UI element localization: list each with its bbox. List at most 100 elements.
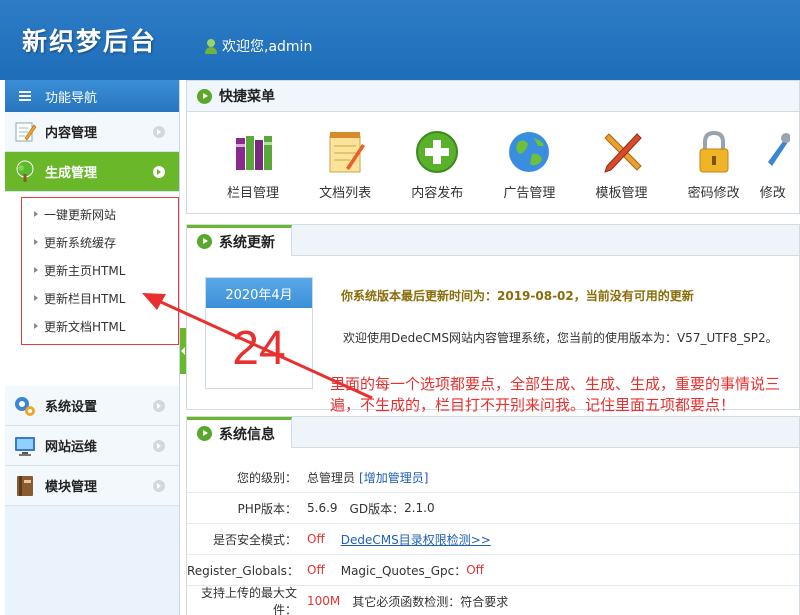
system-update-tab: 系统更新 <box>187 224 292 256</box>
edit-icon <box>13 120 37 144</box>
wrench-icon <box>760 128 791 176</box>
upload-label: 支持上传的最大文件： <box>200 586 297 615</box>
sidebar-item-label: 生成管理 <box>45 166 98 181</box>
book-icon <box>13 474 37 498</box>
chevron-right-icon <box>153 166 165 178</box>
info-row-safe-mode: 是否安全模式： Off DedeCMS目录权限检测>> <box>187 524 799 555</box>
sidebar-item-label: 网站运维 <box>45 440 98 455</box>
nav-header: 功能导航 <box>5 80 179 112</box>
top-header: 新织梦后台 欢迎您,admin <box>0 0 800 80</box>
quick-menu-panel: 快捷菜单 栏目管理 文档列表 内容发布 广告管理 模板管理 密码修改 修改 <box>186 80 800 214</box>
calendar-day: 24 <box>232 322 286 375</box>
chevron-right-icon <box>153 400 165 412</box>
register-globals-value: Off <box>307 563 325 577</box>
system-info-panel: 系统信息 您的级别： 总管理员 [增加管理员] PHP版本： 5.6.9 GD版… <box>186 416 800 615</box>
submenu-update-category[interactable]: 更新栏目HTML <box>22 284 178 312</box>
quick-ad-manage[interactable]: 广告管理 <box>483 128 575 201</box>
welcome-label: 欢迎您,admin <box>222 39 313 55</box>
gear-icon <box>13 394 37 418</box>
gd-label: GD版本： <box>349 501 405 516</box>
chevron-right-icon <box>153 480 165 492</box>
quick-item-label: 栏目管理 <box>227 186 280 201</box>
sidebar-item-label: 内容管理 <box>45 126 98 141</box>
quick-template-manage[interactable]: 模板管理 <box>576 128 668 201</box>
arrow-circle-icon <box>197 426 212 441</box>
quick-item-label: 密码修改 <box>687 186 740 201</box>
annotation-text: 里面的每一个选项都要点，全部生成、生成、生成，重要的事情说三遍，不生成的，栏目打… <box>330 375 781 414</box>
sidebar: 功能导航 内容管理 生成管理 一键更新网站 更新系统缓存 更新主页HTML 更新… <box>5 80 180 615</box>
submenu-update-cache[interactable]: 更新系统缓存 <box>22 228 178 256</box>
quick-content-publish[interactable]: 内容发布 <box>391 128 483 201</box>
sidebar-item-ops[interactable]: 网站运维 <box>5 426 179 466</box>
user-icon <box>204 38 218 54</box>
nav-title: 功能导航 <box>45 90 98 106</box>
lock-icon <box>689 128 739 176</box>
tree-icon <box>13 160 37 184</box>
safe-mode-label: 是否安全模式： <box>212 532 297 547</box>
brand-logo: 新织梦后台 <box>22 27 158 56</box>
level-label: 您的级别： <box>236 470 297 485</box>
magic-quotes-label: Magic_Quotes_Gpc： <box>340 563 467 578</box>
register-globals-label: Register_Globals： <box>187 563 299 578</box>
generate-submenu: 一键更新网站 更新系统缓存 更新主页HTML 更新栏目HTML 更新文档HTML <box>5 192 179 386</box>
arrow-circle-icon <box>197 234 212 249</box>
ruler-pencil-icon <box>597 128 647 176</box>
submenu-update-site[interactable]: 一键更新网站 <box>22 200 178 228</box>
version-info: 欢迎使用DedeCMS网站内容管理系统，您当前的使用版本为：V57_UTF8_S… <box>343 331 778 345</box>
info-row-upload: 支持上传的最大文件： 100M 其它必须函数检测： 符合要求 <box>187 586 799 615</box>
submenu-update-docs[interactable]: 更新文档HTML <box>22 312 178 340</box>
permission-check-link[interactable]: DedeCMS目录权限检测>> <box>341 531 491 548</box>
quick-doc-list[interactable]: 文档列表 <box>299 128 391 201</box>
quick-item-label: 模板管理 <box>595 186 648 201</box>
calendar-card: 2020年4月 24 <box>205 277 313 389</box>
quick-password-change[interactable]: 密码修改 <box>668 128 760 201</box>
quick-menu-grid: 栏目管理 文档列表 内容发布 广告管理 模板管理 密码修改 修改 <box>187 112 799 201</box>
highlight-box: 一键更新网站 更新系统缓存 更新主页HTML 更新栏目HTML 更新文档HTML <box>21 197 179 345</box>
safe-mode-value: Off <box>307 532 325 546</box>
info-row-php: PHP版本： 5.6.9 GD版本： 2.1.0 <box>187 493 799 524</box>
gd-value: 2.1.0 <box>404 501 435 515</box>
sidebar-item-label: 模块管理 <box>45 480 98 495</box>
books-icon <box>228 128 278 176</box>
sidebar-item-modules[interactable]: 模块管理 <box>5 466 179 506</box>
quick-category-manage[interactable]: 栏目管理 <box>207 128 299 201</box>
update-status: 你系统版本最后更新时间为：2019-08-02，当前没有可用的更新 <box>341 289 694 303</box>
quick-menu-header: 快捷菜单 <box>187 81 799 112</box>
quick-item-label: 修改 <box>759 186 786 201</box>
notepad-icon <box>320 128 370 176</box>
system-info-title: 系统信息 <box>219 426 275 443</box>
submenu-update-home[interactable]: 更新主页HTML <box>22 256 178 284</box>
welcome-text: 欢迎您,admin <box>204 36 312 56</box>
sidebar-item-label: 系统设置 <box>45 400 98 415</box>
list-icon <box>19 91 31 101</box>
system-info-tab: 系统信息 <box>187 416 292 448</box>
magic-quotes-value: Off <box>466 563 484 577</box>
sidebar-item-generate[interactable]: 生成管理 <box>5 152 179 192</box>
arrow-circle-icon <box>197 88 212 104</box>
quick-modify[interactable]: 修改 <box>760 128 799 201</box>
info-row-level: 您的级别： 总管理员 [增加管理员] <box>187 462 799 493</box>
quick-item-label: 内容发布 <box>411 186 464 201</box>
php-label: PHP版本： <box>237 501 298 516</box>
plus-circle-icon <box>412 128 462 176</box>
quick-menu-title: 快捷菜单 <box>219 89 275 105</box>
functions-value: 符合要求 <box>460 594 509 609</box>
sidebar-item-content[interactable]: 内容管理 <box>5 112 179 152</box>
calendar-month: 2020年4月 <box>206 278 312 308</box>
system-update-header: 系统更新 <box>187 224 799 256</box>
info-row-globals: Register_Globals： Off Magic_Quotes_Gpc： … <box>187 555 799 586</box>
add-admin-link[interactable]: [增加管理员] <box>359 469 428 486</box>
quick-item-label: 文档列表 <box>319 186 372 201</box>
monitor-icon <box>13 434 37 458</box>
sidebar-item-settings[interactable]: 系统设置 <box>5 386 179 426</box>
functions-label: 其它必须函数检测： <box>352 594 461 609</box>
chevron-right-icon <box>153 126 165 138</box>
system-info-header: 系统信息 <box>187 416 799 448</box>
php-value: 5.6.9 <box>307 501 338 515</box>
system-update-title: 系统更新 <box>219 234 275 251</box>
chevron-right-icon <box>153 440 165 452</box>
upload-value: 100M <box>307 594 341 608</box>
quick-item-label: 广告管理 <box>503 186 556 201</box>
globe-icon <box>504 128 554 176</box>
level-value: 总管理员 <box>307 470 356 485</box>
